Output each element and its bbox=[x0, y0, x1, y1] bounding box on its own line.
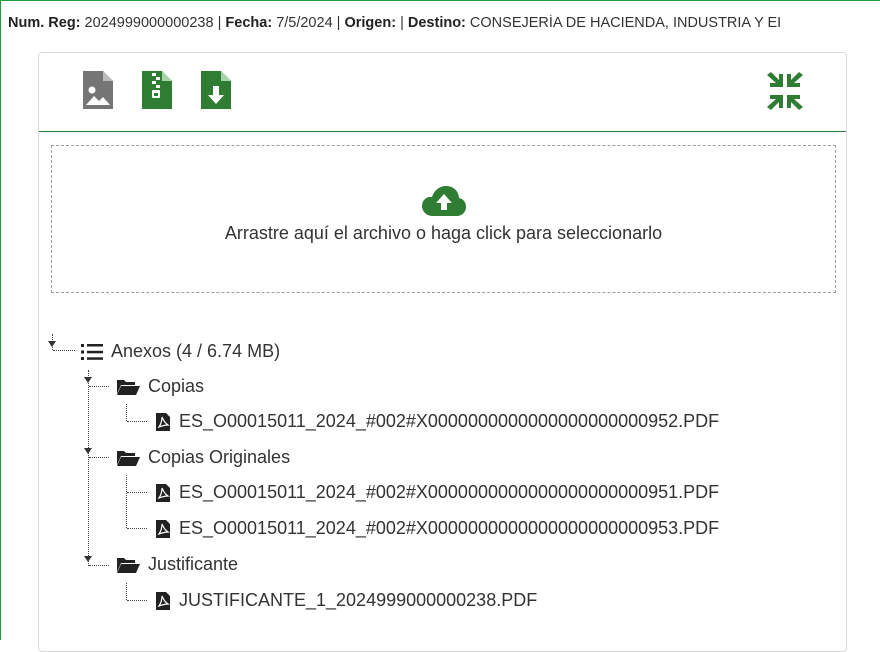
image-file-button[interactable] bbox=[81, 69, 117, 113]
image-file-icon bbox=[83, 71, 113, 109]
tree-folder-justificante[interactable]: Justificante bbox=[116, 554, 238, 575]
tree-root-label: Anexos (4 / 6.74 MB) bbox=[111, 341, 281, 361]
file-label: ES_O00015011_2024_#002#X0000000000000000… bbox=[179, 411, 720, 431]
tree-file[interactable]: ES_O00015011_2024_#002#X0000000000000000… bbox=[155, 518, 719, 539]
tree-file[interactable]: ES_O00015011_2024_#002#X0000000000000000… bbox=[155, 411, 719, 432]
separator: | bbox=[336, 15, 341, 31]
pdf-file-icon bbox=[156, 591, 170, 610]
separator: | bbox=[217, 15, 222, 31]
pdf-file-icon bbox=[156, 519, 170, 538]
compress-icon bbox=[767, 72, 803, 110]
tree-file[interactable]: ES_O00015011_2024_#002#X0000000000000000… bbox=[155, 482, 719, 503]
tree-root-anexos[interactable]: Anexos (4 / 6.74 MB) bbox=[81, 341, 280, 362]
download-file-icon bbox=[201, 71, 231, 109]
zip-file-button[interactable] bbox=[140, 69, 176, 113]
registry-header: Num. Reg: 2024999000000238 | Fecha: 7/5/… bbox=[8, 15, 880, 31]
folder-open-icon bbox=[117, 450, 140, 466]
folder-label: Justificante bbox=[148, 554, 239, 574]
file-label: JUSTIFICANTE_1_2024999000000238.PDF bbox=[179, 590, 538, 610]
fecha-value: 7/5/2024 bbox=[276, 15, 333, 31]
dropzone-text: Arrastre aquí el archivo o haga click pa… bbox=[224, 223, 663, 243]
num-reg-value: 2024999000000238 bbox=[84, 15, 214, 31]
destino-label: Destino: bbox=[407, 15, 466, 31]
cloud-upload-icon bbox=[422, 186, 466, 216]
list-icon bbox=[81, 343, 103, 360]
tree-folder-copias[interactable]: Copias bbox=[116, 376, 204, 397]
tree-file[interactable]: JUSTIFICANTE_1_2024999000000238.PDF bbox=[155, 590, 537, 611]
download-file-button[interactable] bbox=[199, 69, 235, 113]
destino-value: CONSEJERÍA DE HACIENDA, INDUSTRIA Y EI bbox=[469, 15, 782, 31]
compress-button[interactable] bbox=[765, 70, 803, 114]
num-reg-label: Num. Reg: bbox=[8, 15, 81, 31]
folder-open-icon bbox=[117, 379, 140, 395]
zip-file-icon bbox=[142, 71, 172, 109]
tree-folder-copias-originales[interactable]: Copias Originales bbox=[116, 447, 290, 468]
toolbar bbox=[39, 53, 846, 132]
file-label: ES_O00015011_2024_#002#X0000000000000000… bbox=[179, 482, 720, 502]
folder-label: Copias bbox=[148, 376, 205, 396]
pdf-file-icon bbox=[156, 412, 170, 431]
folder-open-icon bbox=[117, 557, 140, 573]
file-label: ES_O00015011_2024_#002#X0000000000000000… bbox=[179, 518, 720, 538]
pdf-file-icon bbox=[156, 483, 170, 502]
folder-label: Copias Originales bbox=[148, 447, 291, 467]
fecha-label: Fecha: bbox=[225, 15, 273, 31]
separator: | bbox=[400, 15, 404, 31]
file-dropzone[interactable]: Arrastre aquí el archivo o haga click pa… bbox=[51, 145, 836, 293]
origen-label: Origen: bbox=[344, 15, 397, 31]
